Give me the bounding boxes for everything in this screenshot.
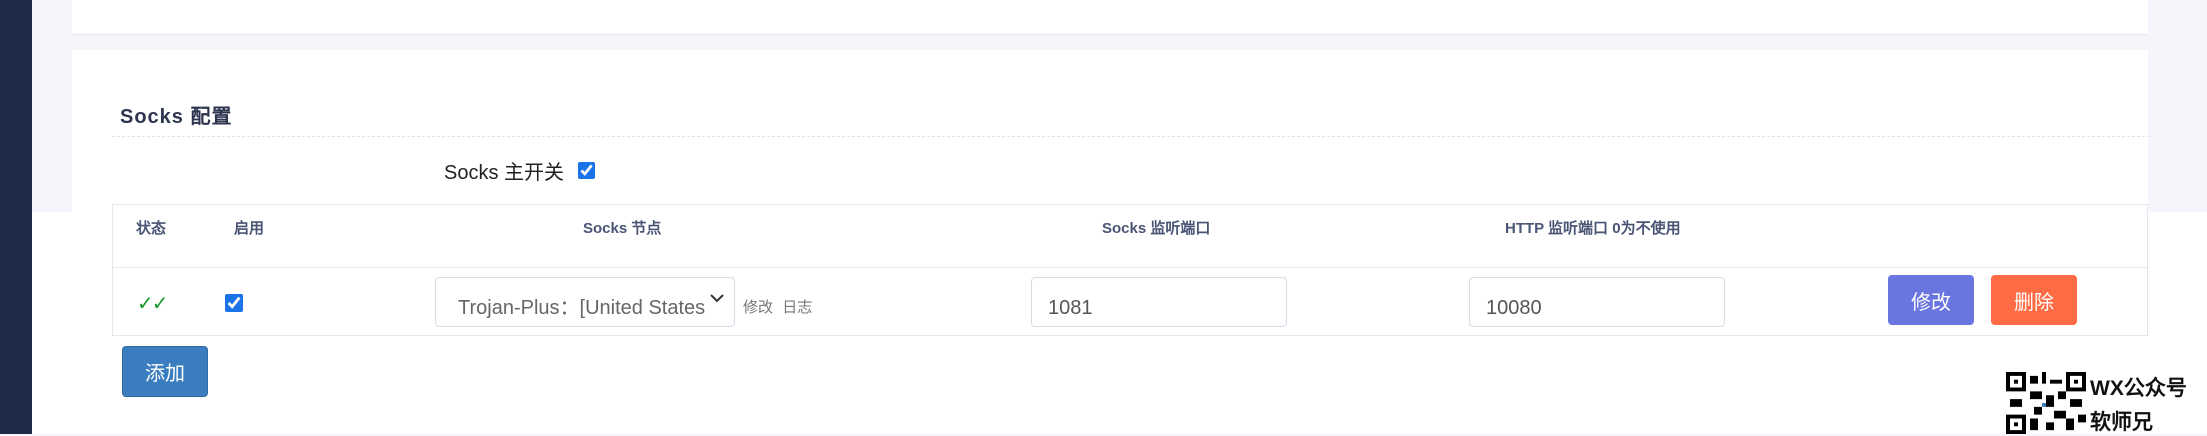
socks-master-switch: Socks 主开关 [444, 156, 596, 185]
table-header: 状态 启用 Socks 节点 Socks 监听端口 HTTP 监听端口 0为不使… [113, 205, 2147, 268]
previous-card [72, 0, 2148, 35]
node-edit-link[interactable]: 修改 [743, 299, 773, 316]
node-log-link[interactable]: 日志 [782, 299, 812, 316]
watermark-line-1: WX公众号 [2090, 377, 2187, 400]
sidebar-edge [0, 0, 32, 434]
watermark: WX公众号 软师兄 [2006, 370, 2207, 434]
node-select-value: Trojan-Plus：[United States [458, 297, 706, 319]
node-select[interactable]: Trojan-Plus：[United States [435, 277, 735, 327]
qr-code-icon [2006, 372, 2086, 434]
enable-checkbox[interactable] [225, 294, 243, 312]
header-socks-port: Socks 监听端口 [1102, 220, 1211, 237]
status-check-icon: ✓✓ [137, 293, 168, 315]
master-switch-label: Socks 主开关 [444, 162, 565, 184]
section-title: Socks 配置 [120, 106, 233, 128]
delete-button[interactable]: 删除 [1991, 275, 2077, 325]
table-row: ✓✓ Trojan-Plus：[United States 修改 日志 修改 删… [113, 267, 2147, 337]
add-button[interactable]: 添加 [122, 346, 208, 397]
title-divider [112, 136, 2150, 137]
master-switch-checkbox[interactable] [578, 162, 596, 179]
node-links: 修改 日志 [743, 296, 817, 317]
socks-port-input[interactable] [1031, 277, 1287, 327]
chevron-down-icon [710, 290, 724, 308]
http-port-input[interactable] [1469, 277, 1725, 327]
header-http-port: HTTP 监听端口 0为不使用 [1505, 220, 1681, 237]
socks-table: 状态 启用 Socks 节点 Socks 监听端口 HTTP 监听端口 0为不使… [112, 204, 2148, 336]
header-enabled: 启用 [234, 220, 265, 237]
header-node: Socks 节点 [583, 220, 662, 237]
watermark-line-2: 软师兄 [2090, 411, 2153, 434]
header-status: 状态 [136, 220, 167, 237]
edit-button[interactable]: 修改 [1888, 275, 1974, 325]
